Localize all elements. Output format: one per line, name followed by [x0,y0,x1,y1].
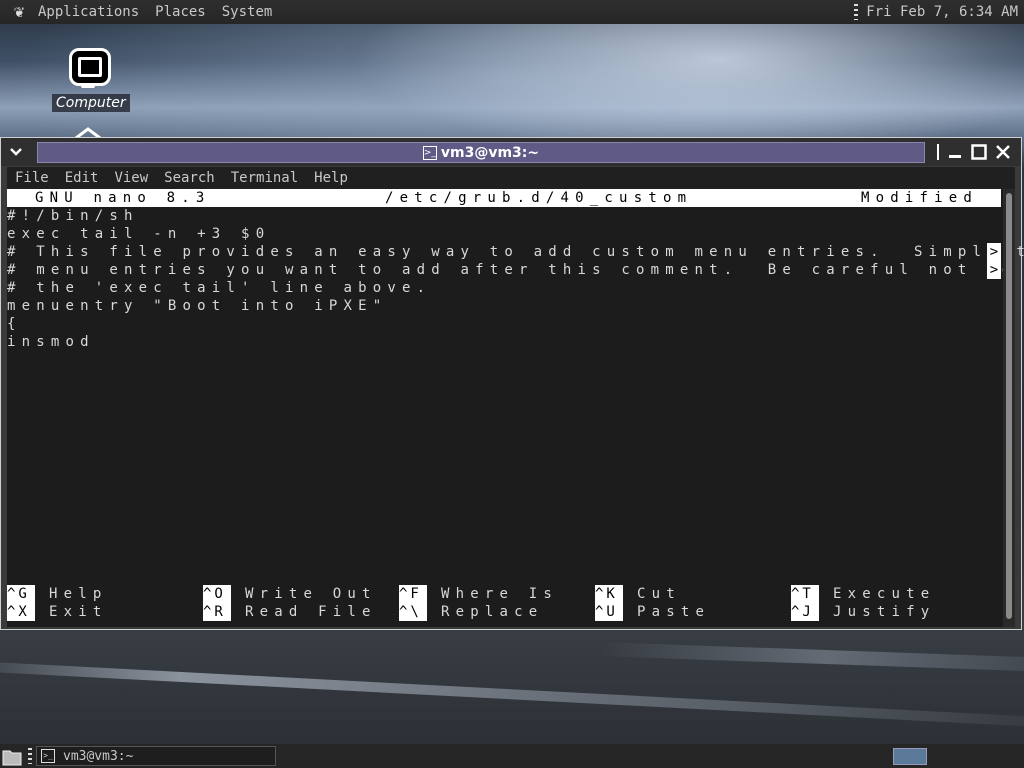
shortcut-label: Cut [637,586,681,602]
line-overflow-marker: > [987,261,1001,279]
shortcut-where-is: ^F Where Is [399,585,558,603]
line-overflow-marker: > [987,243,1001,261]
terminal-window: >_ vm3@vm3:~ File Edit View Search Termi… [0,137,1024,630]
editor-line[interactable]: exec tail -n +3 $0 [7,225,270,243]
shortcut-key: ^R [203,603,231,621]
terminal-icon: >_ [422,145,437,160]
editor-line[interactable]: # This file provides an easy way to add … [7,243,1024,261]
menu-search[interactable]: Search [156,170,223,186]
show-desktop-icon[interactable] [2,746,22,766]
shortcut-key: ^J [791,603,819,621]
shortcut-key: ^\ [399,603,427,621]
shortcut-label: Write Out [245,586,377,602]
maximize-button[interactable] [967,140,991,164]
nano-title-bar: GNU nano 8.3 /etc/grub.d/40_custom Modif… [7,189,1001,207]
shortcut-key: ^G [7,585,35,603]
shortcut-label: Justify [833,604,936,620]
shortcut-label: Execute [833,586,936,602]
editor-line[interactable]: { [7,315,22,333]
taskbar-item-label: vm3@vm3:~ [63,748,134,764]
window-titlebar[interactable]: >_ vm3@vm3:~ [1,138,1021,166]
panel-grip-handle[interactable] [28,748,32,764]
minimize-button[interactable] [943,140,967,164]
terminal-content[interactable]: GNU nano 8.3 /etc/grub.d/40_custom Modif… [7,189,1024,627]
menu-terminal[interactable]: Terminal [223,170,306,186]
nano-modified-status: Modified [861,190,979,206]
nano-filename: /etc/grub.d/40_custom [385,190,693,206]
editor-line[interactable]: #!/bin/sh [7,207,139,225]
shortcut-read-file: ^R Read File [203,603,377,621]
bottom-panel: >_ vm3@vm3:~ [0,744,1024,768]
window-controls [937,140,1015,164]
shortcut-key: ^K [595,585,623,603]
editor-line[interactable]: # the 'exec tail' line above. [7,279,431,297]
shortcut-execute: ^T Execute [791,585,935,603]
window-menu-chevron-icon[interactable] [1,138,31,166]
scrollbar-thumb[interactable] [1006,193,1012,619]
top-panel: ❦ Applications Places System Fri Feb 7, … [0,0,1024,24]
top-panel-right: Fri Feb 7, 6:34 AM [854,4,1024,20]
close-button[interactable] [991,140,1015,164]
shortcut-paste: ^U Paste [595,603,710,621]
shortcut-label: Paste [637,604,711,620]
menu-view[interactable]: View [106,170,156,186]
editor-line[interactable]: insmod [7,333,95,351]
terminal-icon: >_ [41,749,55,763]
menu-places[interactable]: Places [147,4,214,20]
shortcut-key: ^O [203,585,231,603]
shortcut-label: Exit [49,604,108,620]
shortcut-cut: ^K Cut [595,585,681,603]
shortcut-label: Replace [441,604,544,620]
menu-applications[interactable]: Applications [30,4,147,20]
panel-grip-handle[interactable] [854,4,859,20]
shortcut-exit: ^X Exit [7,603,108,621]
shortcut-label: Where Is [441,586,559,602]
nano-version: GNU nano 8.3 [35,190,211,206]
shortcut-key: ^T [791,585,819,603]
window-title: vm3@vm3:~ [440,144,540,161]
clock[interactable]: Fri Feb 7, 6:34 AM [866,4,1018,20]
shortcut-label: Help [49,586,108,602]
workspace-switcher[interactable] [893,748,927,765]
menu-system[interactable]: System [214,4,281,20]
taskbar-item-terminal[interactable]: >_ vm3@vm3:~ [36,746,276,766]
editor-line[interactable]: menuentry "Boot into iPXE" [7,297,387,315]
titlebar-separator [937,144,939,160]
desktop-icon-label: Computer [52,94,130,112]
terminal-scrollbar[interactable] [1003,189,1015,627]
shortcut-key: ^X [7,603,35,621]
gnome-foot-icon[interactable]: ❦ [8,1,30,23]
shortcut-help: ^G Help [7,585,108,603]
shortcut-write-out: ^O Write Out [203,585,377,603]
editor-line[interactable]: # menu entries you want to add after thi… [7,261,1016,279]
menu-file[interactable]: File [7,170,57,186]
computer-icon [67,46,111,90]
shortcut-key: ^F [399,585,427,603]
shortcut-justify: ^J Justify [791,603,935,621]
terminal-menubar: File Edit View Search Terminal Help [7,167,1015,189]
window-title-bar-area[interactable]: >_ vm3@vm3:~ [37,142,925,163]
menu-edit[interactable]: Edit [57,170,107,186]
desktop-icon-computer[interactable]: Computer [52,46,130,112]
shortcut-label: Read File [245,604,377,620]
menu-help[interactable]: Help [306,170,356,186]
shortcut-key: ^U [595,603,623,621]
shortcut-replace: ^\ Replace [399,603,543,621]
